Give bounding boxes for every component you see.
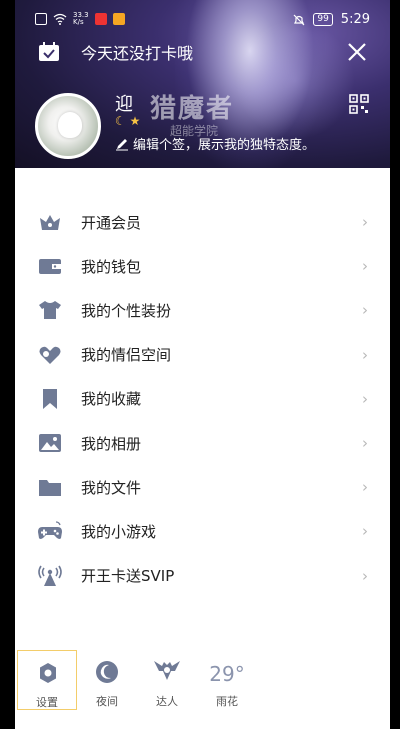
gear-icon [40, 663, 56, 683]
bottom-toolbar: 设置 夜间 达人 29° 雨花 [15, 650, 390, 710]
menu-item-vip[interactable]: 开通会员 › [15, 200, 390, 244]
settings-button[interactable]: 设置 [17, 650, 77, 710]
mute-icon [293, 14, 305, 25]
wings-badge-icon [154, 661, 180, 680]
chevron-right-icon: › [362, 389, 368, 408]
menu-label: 开王卡送SVIP [81, 567, 175, 586]
menu-label: 我的钱包 [81, 257, 142, 276]
bookmark-icon [43, 388, 57, 409]
menu-item-wallet[interactable]: 我的钱包 › [15, 244, 390, 288]
menu-label: 我的小游戏 [81, 522, 157, 541]
star-level-icon: ★ [129, 114, 141, 128]
folder-icon [39, 480, 61, 497]
menu-list: 开通会员 › 我的钱包 › 我的个性装扮 › 我的情侣空间 › 我的收藏 › 我… [15, 200, 390, 598]
night-label: 夜间 [96, 695, 118, 708]
checkin-prompt[interactable]: 今天还没打卡哦 [81, 40, 193, 64]
menu-label: 我的情侣空间 [81, 346, 172, 365]
menu-item-theme[interactable]: 我的个性装扮 › [15, 288, 390, 332]
heart-icon [39, 346, 61, 364]
crown-icon [40, 215, 60, 231]
menu-item-favorites[interactable]: 我的收藏 › [15, 377, 390, 421]
banner-glow [235, 20, 355, 140]
menu-label: 开通会员 [81, 213, 142, 232]
chevron-right-icon: › [362, 301, 368, 320]
wifi-icon [53, 13, 67, 25]
clock: 5:29 [340, 12, 370, 27]
chevron-right-icon: › [362, 478, 368, 497]
level-badges[interactable]: ☾ ★ [115, 114, 140, 128]
wallet-icon [39, 259, 61, 275]
sim-icon [35, 13, 47, 25]
night-mode-button[interactable]: 夜间 [77, 650, 137, 710]
expert-label: 达人 [156, 695, 178, 708]
chevron-right-icon: › [362, 213, 368, 232]
menu-item-album[interactable]: 我的相册 › [15, 421, 390, 465]
menu-label: 我的相册 [81, 434, 142, 453]
menu-item-games[interactable]: 我的小游戏 › [15, 509, 390, 553]
nickname[interactable]: 迎 [115, 90, 133, 116]
moon-icon [96, 661, 118, 683]
close-icon[interactable] [345, 40, 369, 64]
avatar[interactable] [35, 93, 101, 159]
drawer-panel: 猎魔者 超能学院 33.3 K/s 99 5:29 今天还没打卡哦 迎 ☾ ★ … [15, 0, 390, 729]
network-speed: 33.3 K/s [73, 11, 89, 26]
chevron-right-icon: › [362, 434, 368, 453]
weather-widget[interactable]: 29° 雨花 [197, 650, 257, 710]
signature-text: 编辑个签，展示我的独特态度。 [133, 138, 316, 153]
calendar-check-icon[interactable] [38, 42, 60, 62]
qr-code-icon[interactable] [349, 94, 369, 114]
menu-label: 我的个性装扮 [81, 301, 172, 320]
expert-button[interactable]: 达人 [137, 650, 197, 710]
moon-level-icon: ☾ [115, 114, 126, 128]
weibo-icon [112, 13, 125, 25]
weather-location: 雨花 [216, 695, 238, 708]
chevron-right-icon: › [362, 345, 368, 364]
pencil-icon [116, 138, 128, 150]
menu-item-files[interactable]: 我的文件 › [15, 465, 390, 509]
menu-label: 我的文件 [81, 478, 142, 497]
chevron-right-icon: › [362, 257, 368, 276]
signature-row[interactable]: 编辑个签，展示我的独特态度。 [115, 134, 315, 153]
status-bar: 33.3 K/s 99 5:29 [15, 0, 390, 32]
gamepad-icon [38, 521, 62, 540]
photo-icon [39, 434, 61, 453]
signal-tower-icon [38, 565, 62, 586]
chevron-right-icon: › [362, 566, 368, 585]
weather-temperature: 29° [209, 662, 245, 686]
banner-logo: 猎魔者 [150, 94, 235, 124]
chevron-right-icon: › [362, 522, 368, 541]
menu-label: 我的收藏 [81, 390, 142, 409]
profile-header: 猎魔者 超能学院 33.3 K/s 99 5:29 今天还没打卡哦 迎 ☾ ★ … [15, 0, 390, 168]
battery-indicator: 99 [313, 13, 333, 26]
menu-item-king-card[interactable]: 开王卡送SVIP › [15, 554, 390, 598]
app-notification-icon [94, 13, 107, 25]
menu-item-couple[interactable]: 我的情侣空间 › [15, 333, 390, 377]
tshirt-icon [39, 301, 61, 320]
settings-label: 设置 [36, 696, 58, 709]
